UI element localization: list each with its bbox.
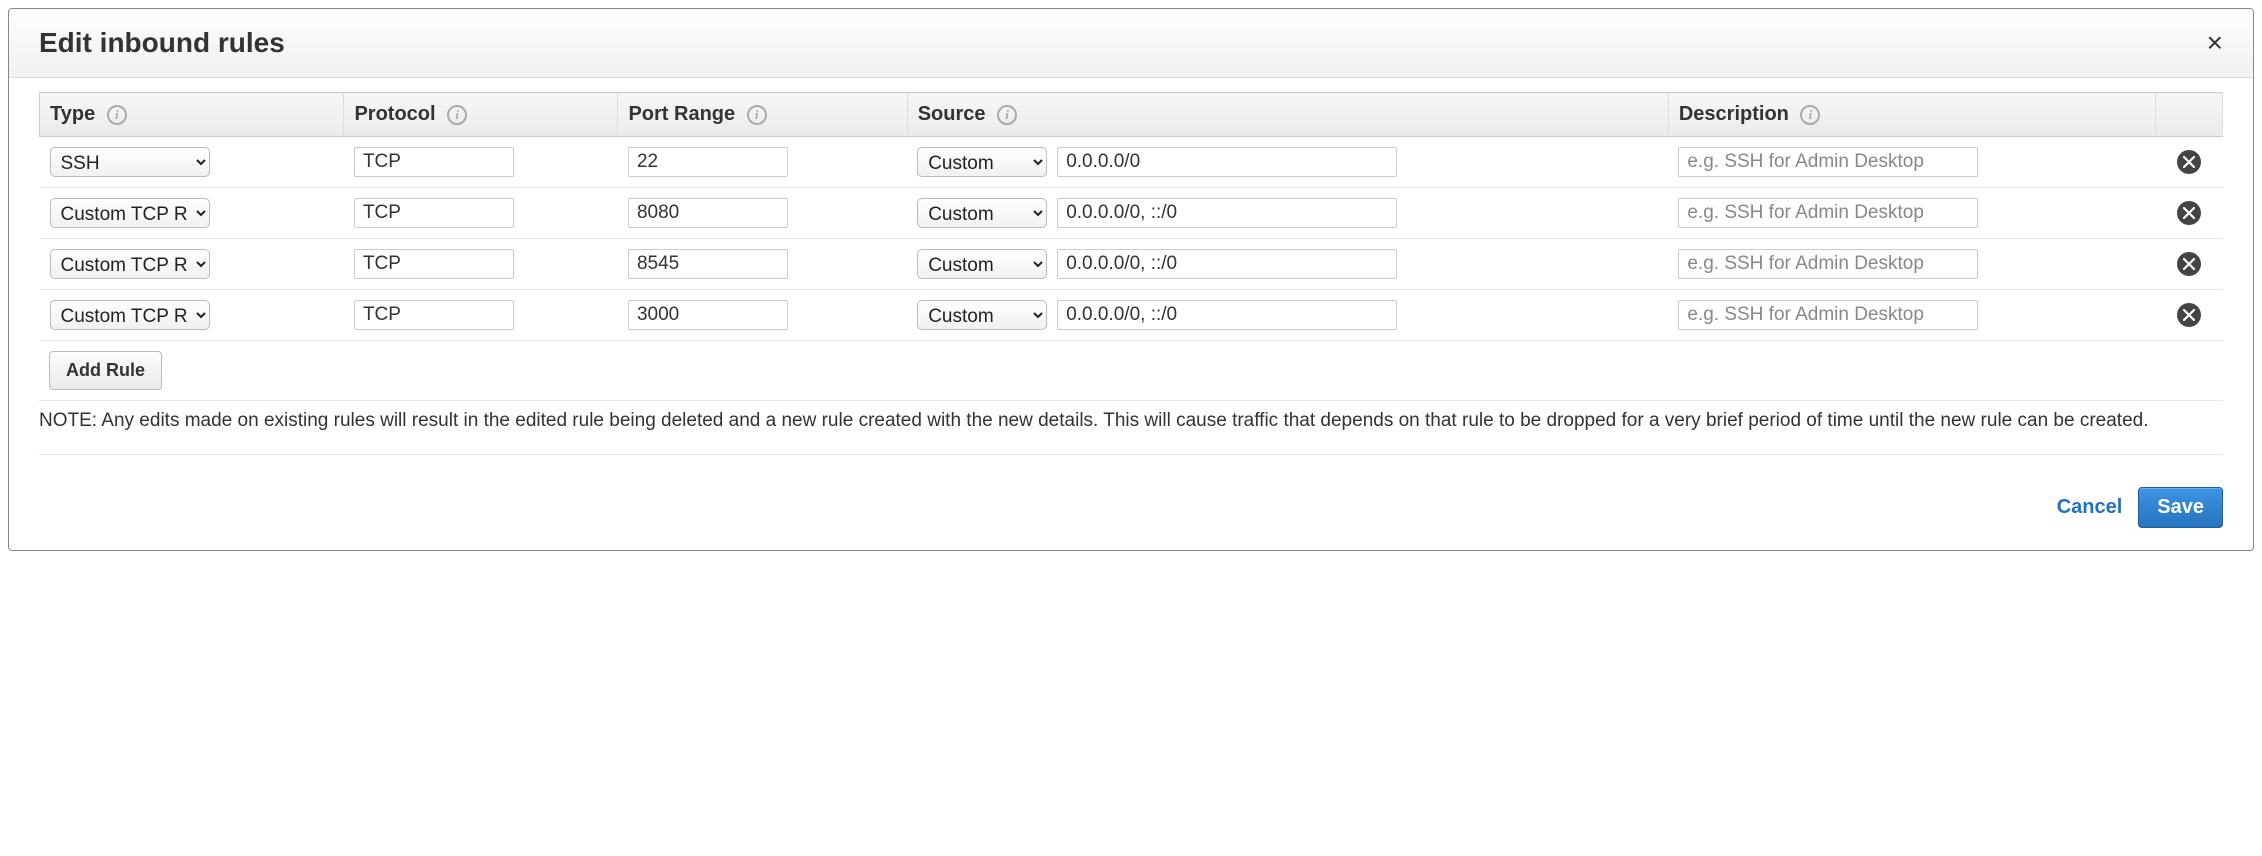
column-header-protocol-label: Protocol [354, 103, 435, 125]
cancel-button[interactable]: Cancel [2057, 496, 2123, 519]
column-header-description-label: Description [1679, 103, 1789, 125]
info-icon[interactable]: i [1800, 105, 1820, 125]
type-select[interactable]: SSH [50, 147, 210, 177]
close-icon [2183, 258, 2195, 270]
table-row: Custom TCP Rule Custom [40, 290, 2223, 341]
column-header-remove [2156, 93, 2223, 137]
column-header-source-label: Source [918, 103, 986, 125]
column-header-type: Type i [40, 93, 344, 137]
type-select[interactable]: Custom TCP Rule [50, 198, 210, 228]
description-input[interactable] [1678, 249, 1978, 279]
description-input[interactable] [1678, 147, 1978, 177]
close-icon [2183, 156, 2195, 168]
dialog-footer: Cancel Save [9, 465, 2253, 550]
port-range-input[interactable] [628, 249, 788, 279]
source-value-input[interactable] [1057, 147, 1397, 177]
column-header-port-range-label: Port Range [628, 103, 735, 125]
source-mode-select[interactable]: Custom [917, 300, 1047, 330]
port-range-input[interactable] [628, 300, 788, 330]
add-rule-button[interactable]: Add Rule [49, 351, 162, 390]
protocol-input[interactable] [354, 249, 514, 279]
rules-table: Type i Protocol i Port Range i Source i [39, 92, 2223, 341]
info-icon[interactable]: i [107, 105, 127, 125]
remove-rule-button[interactable] [2177, 303, 2201, 327]
type-select[interactable]: Custom TCP Rule [50, 300, 210, 330]
source-mode-select[interactable]: Custom [917, 147, 1047, 177]
column-header-description: Description i [1668, 93, 2155, 137]
description-input[interactable] [1678, 300, 1978, 330]
remove-rule-button[interactable] [2177, 252, 2201, 276]
remove-rule-button[interactable] [2177, 201, 2201, 225]
source-mode-select[interactable]: Custom [917, 249, 1047, 279]
source-value-input[interactable] [1057, 300, 1397, 330]
close-icon: × [2207, 27, 2223, 58]
table-row: SSH Custom [40, 137, 2223, 188]
table-row: Custom TCP Rule Custom [40, 239, 2223, 290]
protocol-input[interactable] [354, 300, 514, 330]
protocol-input[interactable] [354, 198, 514, 228]
table-row: Custom TCP Rule Custom [40, 188, 2223, 239]
type-select[interactable]: Custom TCP Rule [50, 249, 210, 279]
source-value-input[interactable] [1057, 249, 1397, 279]
info-icon[interactable]: i [747, 105, 767, 125]
remove-rule-button[interactable] [2177, 150, 2201, 174]
info-icon[interactable]: i [447, 105, 467, 125]
dialog-title: Edit inbound rules [39, 27, 285, 59]
source-mode-select[interactable]: Custom [917, 198, 1047, 228]
info-icon[interactable]: i [997, 105, 1017, 125]
column-header-port-range: Port Range i [618, 93, 907, 137]
source-value-input[interactable] [1057, 198, 1397, 228]
dialog-header: Edit inbound rules × [9, 9, 2253, 78]
dialog-body: Type i Protocol i Port Range i Source i [9, 78, 2253, 465]
edit-inbound-rules-dialog: Edit inbound rules × Type i Protocol i P [8, 8, 2254, 551]
close-icon [2183, 207, 2195, 219]
port-range-input[interactable] [628, 198, 788, 228]
close-button[interactable]: × [2207, 29, 2223, 57]
column-header-source: Source i [907, 93, 1668, 137]
description-input[interactable] [1678, 198, 1978, 228]
column-header-type-label: Type [50, 103, 95, 125]
column-header-protocol: Protocol i [344, 93, 618, 137]
save-button[interactable]: Save [2138, 487, 2223, 528]
port-range-input[interactable] [628, 147, 788, 177]
note-text: NOTE: Any edits made on existing rules w… [39, 401, 2223, 455]
protocol-input[interactable] [354, 147, 514, 177]
close-icon [2183, 309, 2195, 321]
